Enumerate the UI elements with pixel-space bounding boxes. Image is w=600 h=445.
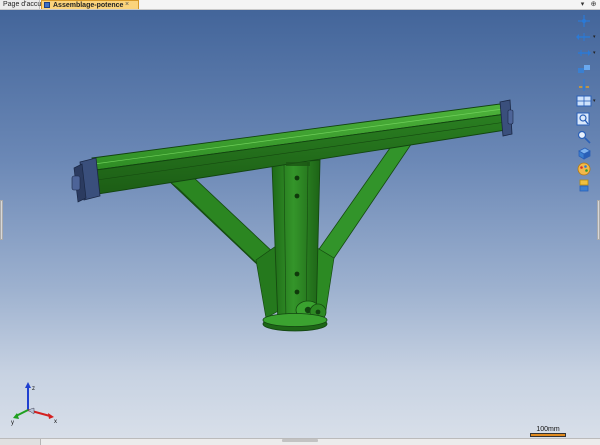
view-axis-dropdown-icon[interactable]: ▾ — [593, 34, 596, 40]
y-axis-line — [15, 409, 29, 417]
point-icon[interactable] — [576, 78, 592, 92]
bottom-panel-tab[interactable] — [0, 439, 41, 445]
appearance-icon[interactable] — [576, 162, 592, 176]
hide-show-icon[interactable] — [576, 62, 592, 76]
document-tab-bar: Page d'accueil Assemblage-potence × ▾ ⊕ — [0, 0, 600, 10]
scale-label: 100mm — [536, 426, 560, 433]
y-axis-label: y — [11, 420, 14, 426]
display-style-dropdown-icon[interactable]: ▾ — [593, 98, 596, 104]
scale-bar — [530, 433, 566, 437]
view-orientation-icon[interactable] — [576, 14, 592, 28]
axis-triad[interactable]: z x y — [8, 378, 60, 430]
zoom-window-icon[interactable] — [576, 112, 592, 126]
zoom-fit-icon[interactable] — [576, 130, 592, 144]
model-view[interactable] — [0, 10, 600, 438]
tab-home[interactable]: Page d'accueil — [0, 0, 48, 9]
scale-indicator: 100mm — [528, 426, 568, 437]
z-axis-label: z — [32, 386, 35, 392]
pin-window-icon[interactable]: ⊕ — [589, 0, 598, 9]
close-tab-icon[interactable]: × — [122, 0, 132, 9]
base-plate[interactable] — [262, 313, 328, 332]
lighting-icon[interactable] — [576, 178, 592, 192]
tab-assembly-label: Assemblage-potence — [53, 2, 124, 9]
box-view-icon[interactable] — [576, 146, 592, 160]
view-axis-icon[interactable]: ▾ — [576, 30, 596, 44]
window-list-icon[interactable]: ▾ — [578, 0, 587, 9]
x-axis-label: x — [54, 419, 57, 425]
vertical-column[interactable] — [271, 159, 321, 325]
assembly-document-icon — [44, 2, 50, 8]
beam-end-cap-left[interactable] — [71, 157, 101, 203]
z-axis-arrow — [25, 382, 31, 388]
section-view-icon[interactable]: ▾ — [576, 46, 596, 60]
section-view-dropdown-icon[interactable]: ▾ — [593, 50, 596, 56]
3d-viewport[interactable]: ▾ ▾ ▾ z x y 100mm — [0, 10, 600, 438]
display-style-icon[interactable]: ▾ — [576, 94, 596, 108]
bottom-splitter-handle[interactable] — [282, 439, 318, 442]
left-panel-handle[interactable] — [0, 200, 3, 240]
